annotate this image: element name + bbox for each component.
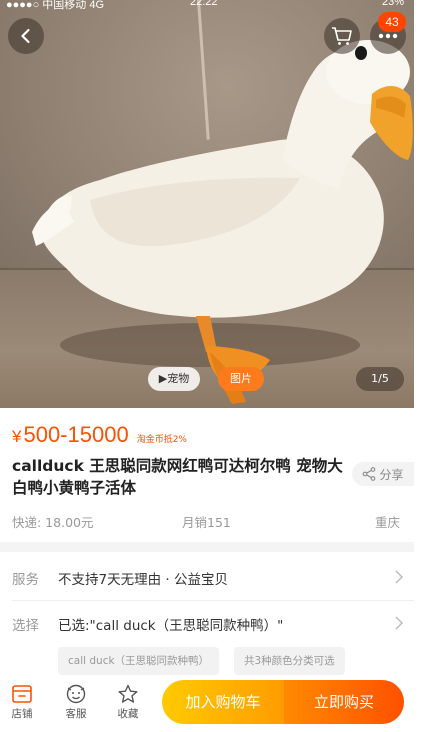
status-time: 22:22 bbox=[190, 0, 218, 8]
buy-now-button[interactable]: 立即购买 bbox=[284, 680, 404, 724]
image-counter: 1/5 bbox=[356, 367, 404, 391]
favorite-tab[interactable]: 收藏 bbox=[108, 684, 148, 721]
back-button[interactable] bbox=[8, 18, 44, 54]
status-carrier: ●●●●○ 中国移动 4G bbox=[6, 0, 105, 11]
shop-label: 店铺 bbox=[11, 708, 33, 720]
service-label: 服务 bbox=[12, 572, 39, 588]
star-icon bbox=[118, 684, 138, 703]
shop-tab[interactable]: 店铺 bbox=[2, 684, 42, 721]
monthly-sales: 月销151 bbox=[182, 515, 231, 530]
service-row[interactable]: 服务 不支持7天无理由 · 公益宝贝 bbox=[12, 568, 404, 590]
cart-count-badge: 43 bbox=[378, 12, 406, 32]
chevron-right-icon bbox=[395, 616, 403, 630]
status-battery: 23% bbox=[381, 0, 404, 8]
price-row: ¥500-15000 淘金币抵2% bbox=[12, 422, 187, 452]
customer-service-icon bbox=[66, 684, 86, 704]
ship-location: 重庆 bbox=[374, 515, 400, 530]
product-image[interactable] bbox=[0, 0, 414, 408]
share-label: 分享 bbox=[379, 467, 404, 482]
currency-symbol: ¥ bbox=[12, 427, 22, 446]
variant-chip[interactable]: call duck（王思聪同款种鸭） bbox=[58, 647, 220, 675]
select-variant-row[interactable]: 选择 已选:"call duck（王思聪同款种鸭）" bbox=[12, 614, 404, 636]
selected-variant: 已选:"call duck（王思聪同款种鸭）" bbox=[58, 618, 284, 634]
product-title: callduck 王思聪同款网红鸭可达柯尔鸭 宠物大白鸭小黄鸭子活体 bbox=[12, 457, 343, 497]
share-icon bbox=[363, 467, 376, 481]
share-button[interactable]: 分享 bbox=[352, 462, 414, 486]
chevron-right-icon bbox=[395, 570, 403, 584]
tab-pet-video[interactable]: ▶宠物 bbox=[148, 367, 200, 391]
customer-service-tab[interactable]: 客服 bbox=[56, 684, 96, 721]
shop-icon bbox=[12, 685, 32, 703]
price-value: 500-15000 bbox=[23, 422, 129, 447]
add-to-cart-button[interactable]: 加入购物车 bbox=[162, 680, 284, 724]
select-label: 选择 bbox=[12, 618, 39, 634]
product-meta-row: 快递: 18.00元 月销151 重庆 bbox=[12, 512, 400, 530]
row-divider bbox=[12, 600, 414, 601]
variant-count-chip[interactable]: 共3种颜色分类可选 bbox=[234, 647, 345, 675]
duck-photo bbox=[32, 40, 413, 404]
status-bar: ●●●●○ 中国移动 4G 22:22 23% bbox=[0, 0, 414, 12]
price: ¥500-15000 bbox=[12, 422, 129, 448]
service-value: 不支持7天无理由 · 公益宝贝 bbox=[58, 572, 228, 588]
cart-button[interactable] bbox=[324, 18, 360, 54]
customer-service-label: 客服 bbox=[65, 708, 87, 720]
tab-pictures[interactable]: 图片 bbox=[218, 367, 264, 391]
shipping-fee: 快递: 18.00元 bbox=[12, 515, 94, 530]
cart-icon bbox=[332, 27, 352, 45]
favorite-label: 收藏 bbox=[117, 708, 139, 720]
back-arrow-icon bbox=[21, 28, 30, 44]
more-icon bbox=[378, 33, 398, 39]
section-divider bbox=[0, 542, 414, 552]
coin-discount-tag: 淘金币抵2% bbox=[136, 435, 187, 445]
bottom-action-bar: 店铺 客服 收藏 加入购物车 立即购买 bbox=[0, 676, 422, 732]
